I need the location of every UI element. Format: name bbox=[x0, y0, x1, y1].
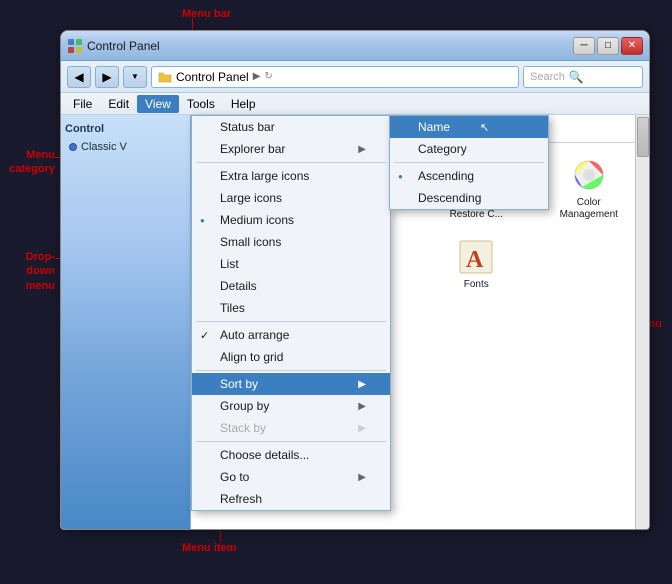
menu-file[interactable]: File bbox=[65, 95, 100, 113]
dd-separator-1 bbox=[196, 162, 386, 163]
dd-status-bar[interactable]: Status bar bbox=[192, 116, 390, 138]
dd-align-grid[interactable]: Align to grid bbox=[192, 346, 390, 368]
title-bar: Control Panel ─ □ ✕ bbox=[61, 31, 649, 61]
address-expand-icon: ▶ bbox=[253, 71, 261, 82]
title-bar-buttons: ─ □ ✕ bbox=[573, 37, 643, 55]
dd-large[interactable]: Large icons bbox=[192, 187, 390, 209]
down-button[interactable]: ▼ bbox=[123, 66, 147, 88]
dd-refresh[interactable]: Refresh bbox=[192, 488, 390, 510]
svg-text:A: A bbox=[466, 247, 484, 273]
dd-separator-4 bbox=[196, 441, 386, 442]
folder-icon bbox=[158, 71, 172, 83]
sidebar-dot-icon bbox=[69, 143, 77, 151]
minimize-button[interactable]: ─ bbox=[573, 37, 595, 55]
title-bar-left: Control Panel bbox=[67, 38, 160, 54]
menu-edit[interactable]: Edit bbox=[100, 95, 137, 113]
sidebar: Control Classic V bbox=[61, 115, 191, 529]
menu-bar: File Edit View Tools Help bbox=[61, 93, 649, 115]
menu-tools[interactable]: Tools bbox=[179, 95, 223, 113]
address-text: Control Panel bbox=[176, 70, 249, 84]
dd-medium[interactable]: Medium icons bbox=[192, 209, 390, 231]
sub-separator-1 bbox=[394, 162, 544, 163]
sub-name[interactable]: Name ↖ bbox=[390, 116, 548, 138]
view-dropdown-menu: Status bar Explorer bar ▶ Extra large ic… bbox=[191, 115, 391, 511]
dd-sort-by[interactable]: Sort by ▶ bbox=[192, 373, 390, 395]
dd-choose-details[interactable]: Choose details... bbox=[192, 444, 390, 466]
sub-category[interactable]: Category bbox=[390, 138, 548, 160]
dropdown-menu-annotation: Drop-downmenu bbox=[5, 250, 55, 293]
search-icon: 🔍 bbox=[569, 70, 584, 84]
dd-explorer-bar-arrow-icon: ▶ bbox=[358, 144, 366, 155]
sub-descending[interactable]: Descending bbox=[390, 187, 548, 209]
search-box[interactable]: Search 🔍 bbox=[523, 66, 643, 88]
fonts-icon: A bbox=[456, 237, 496, 277]
dd-group-by-arrow-icon: ▶ bbox=[358, 401, 366, 412]
color-management-label: ColorManagement bbox=[560, 197, 618, 221]
dd-auto-arrange[interactable]: Auto arrange bbox=[192, 324, 390, 346]
address-bar: ◀ ▶ ▼ Control Panel ▶ ↻ Search 🔍 bbox=[61, 61, 649, 93]
dd-group-by[interactable]: Group by ▶ bbox=[192, 395, 390, 417]
sub-name-label: Name bbox=[418, 120, 450, 134]
sidebar-item-classic[interactable]: Classic V bbox=[65, 139, 186, 155]
close-button[interactable]: ✕ bbox=[621, 37, 643, 55]
menu-item-annotation: Menu item bbox=[182, 542, 236, 554]
refresh-icon[interactable]: ↻ bbox=[264, 71, 272, 82]
menu-help[interactable]: Help bbox=[223, 95, 264, 113]
dd-stack-by-arrow-icon: ▶ bbox=[358, 423, 366, 434]
scrollbar[interactable] bbox=[635, 115, 649, 529]
sub-ascending[interactable]: Ascending bbox=[390, 165, 548, 187]
dd-small[interactable]: Small icons bbox=[192, 231, 390, 253]
sidebar-section-title: Control bbox=[65, 123, 186, 135]
scrollbar-thumb[interactable] bbox=[637, 117, 649, 157]
cursor-icon: ↖ bbox=[480, 121, 489, 134]
dd-separator-2 bbox=[196, 321, 386, 322]
dd-list[interactable]: List bbox=[192, 253, 390, 275]
dd-group-by-label: Group by bbox=[220, 399, 269, 413]
main-window: Control Panel ─ □ ✕ ◀ ▶ ▼ Control Panel … bbox=[60, 30, 650, 530]
dd-separator-3 bbox=[196, 370, 386, 371]
dd-stack-by-label: Stack by bbox=[220, 421, 266, 435]
dd-sort-by-arrow-icon: ▶ bbox=[358, 379, 366, 390]
color-management-icon bbox=[569, 155, 609, 195]
control-panel-icon bbox=[67, 38, 83, 54]
search-placeholder-text: Search bbox=[530, 71, 565, 83]
forward-button[interactable]: ▶ bbox=[95, 66, 119, 88]
dd-extra-large[interactable]: Extra large icons bbox=[192, 165, 390, 187]
window-title: Control Panel bbox=[87, 39, 160, 53]
dd-goto-label: Go to bbox=[220, 470, 249, 484]
list-item[interactable]: A Fonts bbox=[424, 233, 529, 307]
list-item[interactable]: ColorManagement bbox=[537, 151, 642, 225]
menu-view[interactable]: View bbox=[137, 95, 179, 113]
sort-by-submenu: Name ↖ Category Ascending Descending bbox=[389, 115, 549, 210]
fonts-label: Fonts bbox=[464, 279, 489, 291]
dd-stack-by[interactable]: Stack by ▶ bbox=[192, 417, 390, 439]
dd-tiles[interactable]: Tiles bbox=[192, 297, 390, 319]
back-button[interactable]: ◀ bbox=[67, 66, 91, 88]
menu-bar-annotation: Menu bar bbox=[182, 8, 231, 20]
dd-details[interactable]: Details bbox=[192, 275, 390, 297]
address-box[interactable]: Control Panel ▶ ↻ bbox=[151, 66, 519, 88]
maximize-button[interactable]: □ bbox=[597, 37, 619, 55]
menu-category-annotation: Menucategory bbox=[5, 148, 55, 177]
dd-goto-arrow-icon: ▶ bbox=[358, 472, 366, 483]
dd-goto[interactable]: Go to ▶ bbox=[192, 466, 390, 488]
dd-sort-by-label: Sort by bbox=[220, 377, 258, 391]
dd-explorer-bar[interactable]: Explorer bar ▶ bbox=[192, 138, 390, 160]
sidebar-item-label: Classic V bbox=[81, 141, 127, 153]
